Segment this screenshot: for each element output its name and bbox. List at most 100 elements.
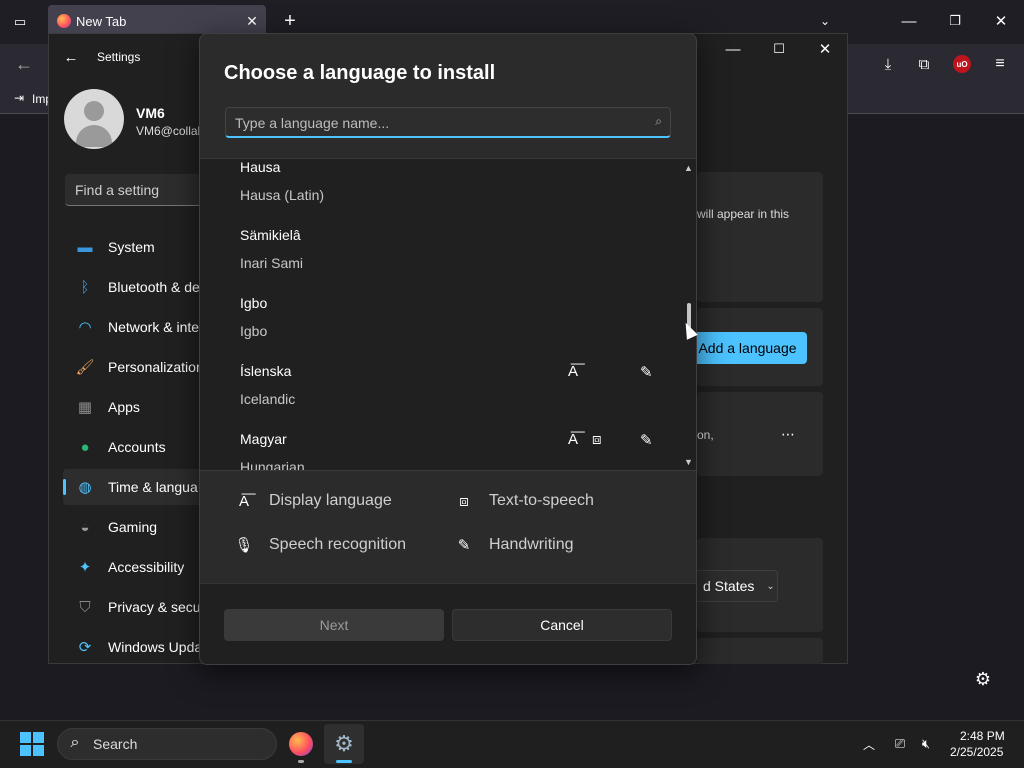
back-arrow-icon[interactable]: ← — [14, 54, 34, 74]
avatar[interactable] — [64, 89, 124, 149]
import-icon[interactable]: ⇥ — [12, 91, 26, 105]
sidebar-item-privacy[interactable]: ⛉ Privacy & secu — [63, 589, 208, 625]
menu-icon[interactable]: ≡ — [990, 54, 1010, 74]
browser-close-icon[interactable]: ✕ — [992, 12, 1010, 30]
language-search-input[interactable] — [235, 113, 635, 133]
clock-date[interactable]: 2/25/2025 — [950, 745, 1003, 759]
scroll-up-icon[interactable]: ▲ — [684, 163, 693, 173]
language-item[interactable]: Íslenska Icelandic A͞ ✎ — [240, 363, 660, 431]
sidebar-item-gaming[interactable]: ◒ Gaming — [63, 509, 208, 545]
person-icon: ● — [80, 438, 90, 456]
language-item[interactable]: Igbo Igbo — [240, 295, 660, 363]
sidebar-item-personalization[interactable]: 🖌︎ Personalization — [63, 349, 208, 385]
network-icon[interactable]: ⎚ — [891, 735, 909, 753]
sidebar-item-bluetooth[interactable]: ᛒ Bluetooth & de — [63, 269, 208, 305]
chevron-down-icon: ⌄ — [766, 580, 775, 592]
sidebar-item-label: Gaming — [108, 519, 158, 535]
start-tile — [20, 732, 31, 743]
choose-language-dialog: Choose a language to install ⌕ HausaHaus… — [199, 33, 697, 665]
start-tile — [33, 732, 44, 743]
legend-handwriting: ✎ Handwriting — [453, 536, 574, 554]
language-card-text: will appear in this — [697, 207, 790, 221]
clock-time[interactable]: 2:48 PM — [960, 729, 1005, 743]
gamepad-icon: ◒ — [80, 518, 90, 536]
tray-chevron-up-icon[interactable]: ︿ — [860, 735, 878, 753]
language-native-name: Hausa — [240, 159, 281, 175]
avatar-body — [76, 125, 112, 147]
legend-text-to-speech: ⧈ Text-to-speech — [453, 492, 594, 510]
handwriting-icon: ✎ — [640, 432, 653, 449]
avatar-head — [84, 101, 104, 121]
firefox-tab-icon — [57, 14, 71, 28]
wifi-icon: ◠ — [78, 319, 92, 336]
volume-muted-icon[interactable]: 🔇︎ — [917, 735, 935, 753]
tab-close-icon[interactable]: ✕ — [243, 12, 261, 30]
settings-running-indicator — [336, 760, 352, 763]
sidebar-item-network[interactable]: ◠ Network & inte — [63, 309, 208, 345]
region-dropdown[interactable]: d States ⌄ — [690, 570, 778, 602]
region-value: d States — [703, 578, 755, 594]
browser-minimize-icon[interactable]: — — [900, 12, 918, 30]
tab-list-icon[interactable]: ▭ — [10, 12, 30, 32]
start-icon[interactable] — [20, 732, 44, 756]
feature-legend: A͞ Display language ⧈ Text-to-speech 🎙︎ Spe… — [200, 472, 696, 582]
sidebar-item-label: Personalization — [108, 359, 204, 375]
sidebar-item-windows[interactable]: ⟳ Windows Upda — [63, 629, 208, 665]
display-language-icon: A͞ — [568, 363, 579, 380]
find-setting-box[interactable]: Find a setting — [65, 174, 205, 206]
sidebar-item-apps[interactable]: ▦ Apps — [63, 389, 208, 425]
language-search-box[interactable]: ⌕ — [225, 107, 671, 138]
language-list[interactable]: Hausa Hausa (Latin) Sämikielâ Inari Sami Igb… — [200, 158, 696, 471]
sidebar-item-accounts[interactable]: ● Accounts — [63, 429, 208, 465]
display-language-icon: A͞ — [238, 492, 249, 510]
extensions-icon[interactable]: ⧉ — [914, 54, 934, 74]
browser-restore-icon[interactable]: ❐ — [946, 12, 964, 30]
settings-minimize-icon[interactable]: — — [724, 40, 742, 58]
language-english-name: Igbo — [240, 323, 268, 339]
text-to-speech-icon: ⧈ — [592, 431, 602, 448]
add-language-button[interactable]: Add a language — [688, 332, 807, 364]
sidebar-item-system[interactable]: ▬ System — [63, 229, 208, 265]
accessibility-icon: ✦ — [78, 559, 92, 576]
firefox-taskbar-icon[interactable] — [289, 732, 313, 756]
selected-indicator — [63, 479, 66, 495]
dialog-title: Choose a language to install — [224, 62, 496, 84]
sidebar-item-label: Apps — [108, 399, 140, 415]
download-icon[interactable]: ⤓ — [878, 54, 898, 74]
display-language-icon: A͞ — [568, 431, 579, 448]
sidebar-item-time[interactable]: ◍ Time & langua — [63, 469, 208, 505]
taskbar-search[interactable] — [57, 728, 277, 760]
language-english-name: Inari Sami — [240, 255, 304, 271]
newtab-settings-gear-icon[interactable]: ⚙ — [972, 668, 994, 690]
shield-icon: ⛉ — [79, 598, 91, 616]
language-english-name: Hungarian — [240, 459, 305, 471]
settings-title: Settings — [97, 50, 141, 64]
add-language-label: Add a language — [698, 340, 797, 356]
sidebar-item-label: Accounts — [108, 439, 166, 455]
legend-display-language: A͞ Display language — [233, 492, 392, 510]
ublock-icon[interactable]: uO — [953, 55, 971, 73]
cancel-button[interactable]: Cancel — [452, 609, 672, 641]
settings-maximize-icon[interactable]: ☐ — [770, 40, 788, 58]
new-tab-icon[interactable]: + — [280, 10, 300, 32]
brush-icon: 🖌︎ — [75, 359, 95, 376]
more-options-icon[interactable]: ⋯ — [778, 424, 798, 444]
scroll-down-icon[interactable]: ▼ — [684, 457, 693, 467]
user-email: VM6@collab — [136, 124, 200, 138]
sidebar-item-label: Accessibility — [108, 559, 185, 575]
settings-bottom-card — [697, 638, 823, 664]
dialog-footer: Next Cancel — [200, 583, 696, 664]
tab-overflow-chevron-icon[interactable]: ⌄ — [816, 12, 834, 30]
settings-back-icon[interactable]: ← — [62, 48, 80, 66]
find-setting-placeholder: Find a setting — [75, 182, 160, 198]
sidebar-item-accessibility[interactable]: ✦ Accessibility — [63, 549, 208, 585]
user-name: VM6 — [136, 105, 165, 121]
language-item[interactable]: Sämikielâ Inari Sami — [240, 227, 660, 295]
settings-gear-taskbar-icon: ⚙ — [334, 731, 354, 756]
globe-clock-icon: ◍ — [78, 479, 92, 496]
language-native-name: Magyar — [240, 431, 287, 447]
next-button[interactable]: Next — [224, 609, 444, 641]
language-item[interactable]: Magyar Hungarian A͞ ⧈ ✎ — [240, 431, 660, 471]
settings-close-icon[interactable]: ✕ — [816, 40, 834, 58]
language-item[interactable]: Hausa Hausa (Latin) — [240, 159, 660, 227]
